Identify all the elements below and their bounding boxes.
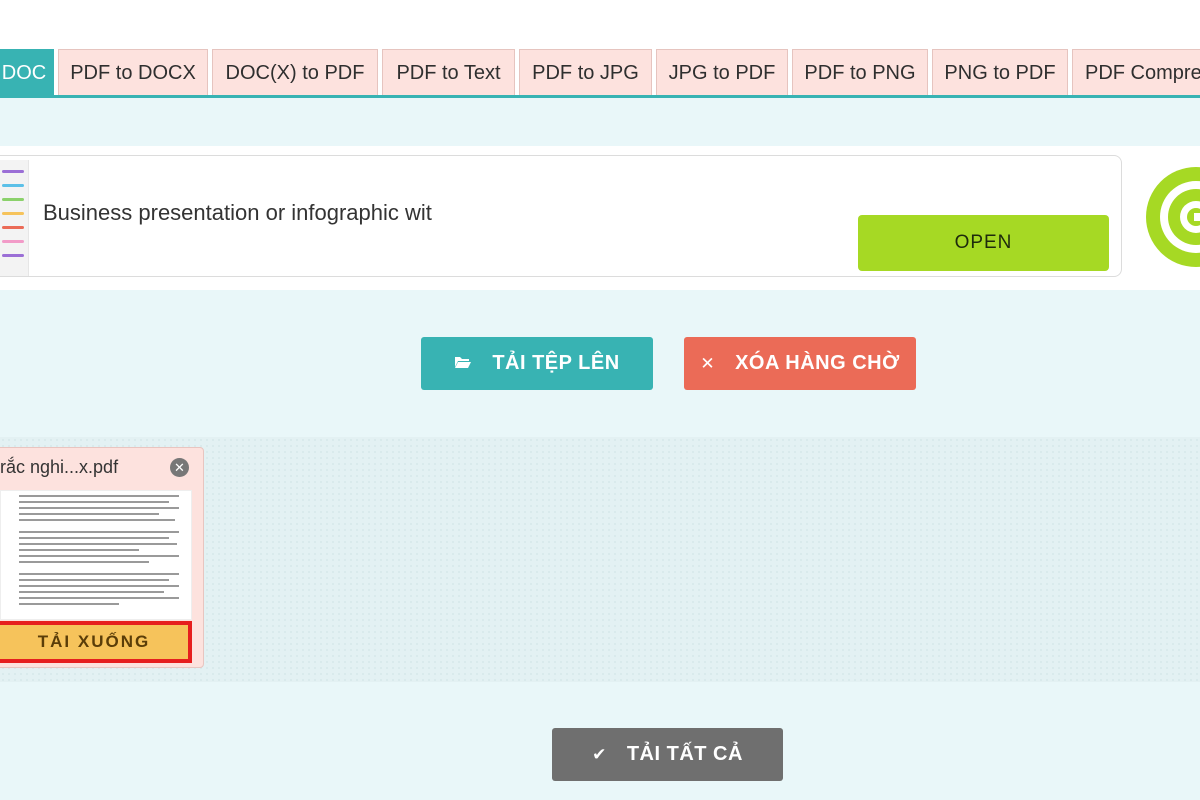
tab-pdf-to-jpg[interactable]: PDF to JPG	[519, 49, 652, 95]
close-circle-icon[interactable]: ✕	[170, 458, 189, 477]
file-name: rắc nghi...x.pdf	[0, 457, 119, 477]
download-all-label: TẢI TẤT CẢ	[626, 743, 743, 765]
tab-pdf-to-png[interactable]: PDF to PNG	[792, 49, 928, 95]
ad-text[interactable]: Business presentation or infographic wit	[43, 200, 432, 226]
upload-files-button[interactable]: TẢI TỆP LÊN	[421, 337, 653, 390]
tab-jpg-to-pdf[interactable]: JPG to PDF	[656, 49, 788, 95]
ad-open-button[interactable]: OPEN	[858, 215, 1109, 271]
download-all-button[interactable]: ✔ TẢI TẤT CẢ	[552, 728, 783, 781]
close-icon: ✕	[700, 354, 716, 373]
tab-png-to-pdf[interactable]: PNG to PDF	[932, 49, 1068, 95]
tabs-underline	[0, 95, 1200, 98]
clear-button-label: XÓA HÀNG CHỜ	[735, 352, 900, 374]
file-preview-thumbnail[interactable]	[0, 490, 192, 620]
ad-logo-icon[interactable]	[1138, 163, 1200, 271]
ad-thumbnail[interactable]	[0, 160, 29, 276]
tool-tabs: DOC PDF to DOCX DOC(X) to PDF PDF to Tex…	[0, 49, 1200, 95]
check-icon: ✔	[592, 745, 607, 764]
tab-pdf-compress[interactable]: PDF Compre	[1072, 49, 1200, 95]
upload-button-label: TẢI TỆP LÊN	[492, 352, 620, 374]
tab-docx-to-pdf[interactable]: DOC(X) to PDF	[212, 49, 378, 95]
tab-pdf-to-text[interactable]: PDF to Text	[382, 49, 515, 95]
tab-pdf-to-docx[interactable]: PDF to DOCX	[58, 49, 208, 95]
tab-doc[interactable]: DOC	[0, 49, 54, 95]
clear-queue-button[interactable]: ✕ XÓA HÀNG CHỜ	[684, 337, 916, 390]
download-button[interactable]: TẢI XUỐNG	[0, 621, 192, 663]
folder-open-icon	[454, 337, 472, 390]
